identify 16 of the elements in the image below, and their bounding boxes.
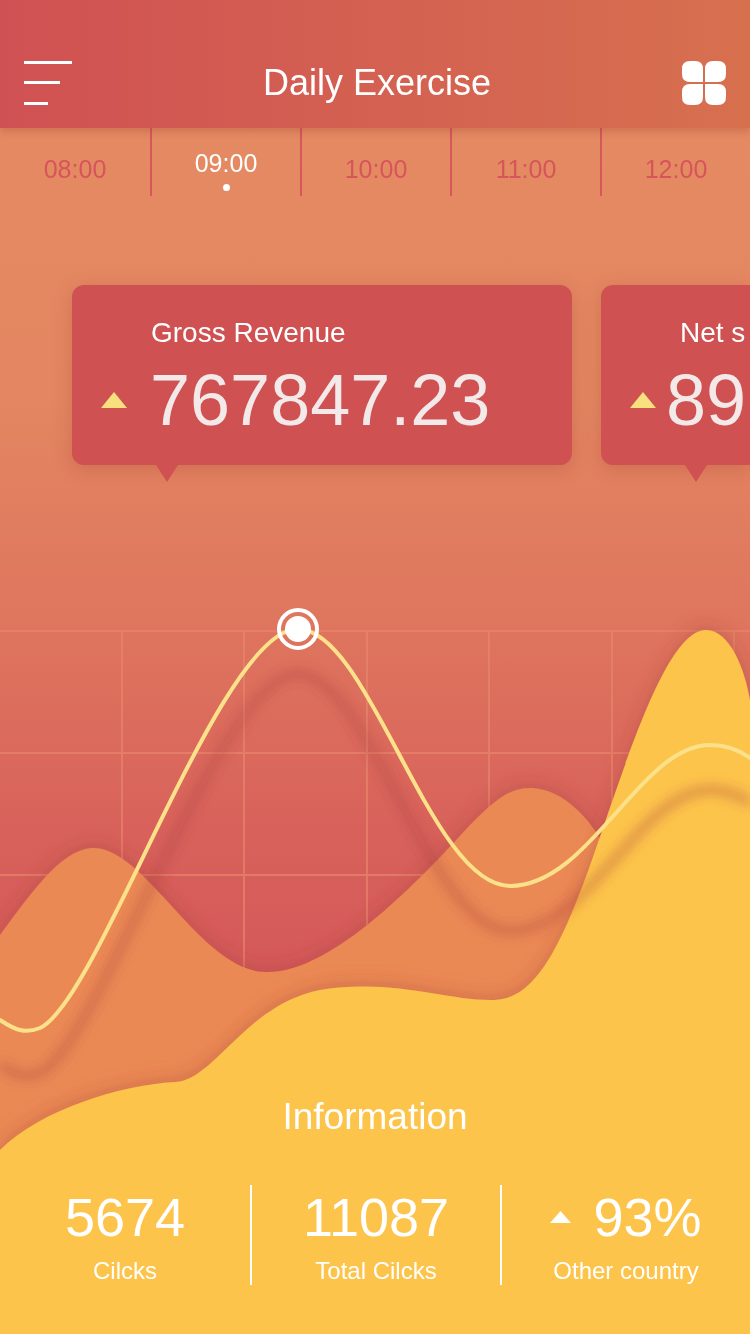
- metric-value: 89: [666, 360, 747, 440]
- metric-value: 767847.23: [150, 360, 491, 440]
- stat-label: Cilcks: [93, 1257, 157, 1285]
- menu-icon[interactable]: [24, 61, 72, 105]
- stat-label: Other country: [553, 1257, 699, 1285]
- page-title: Daily Exercise: [262, 62, 492, 104]
- stat-label: Total Cilcks: [315, 1257, 437, 1285]
- time-tab[interactable]: 09:00: [150, 128, 300, 196]
- stat-value: 5674: [64, 1187, 186, 1247]
- section-title: Information: [282, 1095, 468, 1139]
- stat-value: 11087: [302, 1187, 450, 1247]
- stat-value: 93%: [593, 1187, 702, 1247]
- metric-label: Net s: [680, 316, 746, 350]
- metric-label: Gross Revenue: [151, 316, 346, 350]
- grid-icon[interactable]: [682, 61, 726, 105]
- ring-marker-icon: [277, 608, 319, 650]
